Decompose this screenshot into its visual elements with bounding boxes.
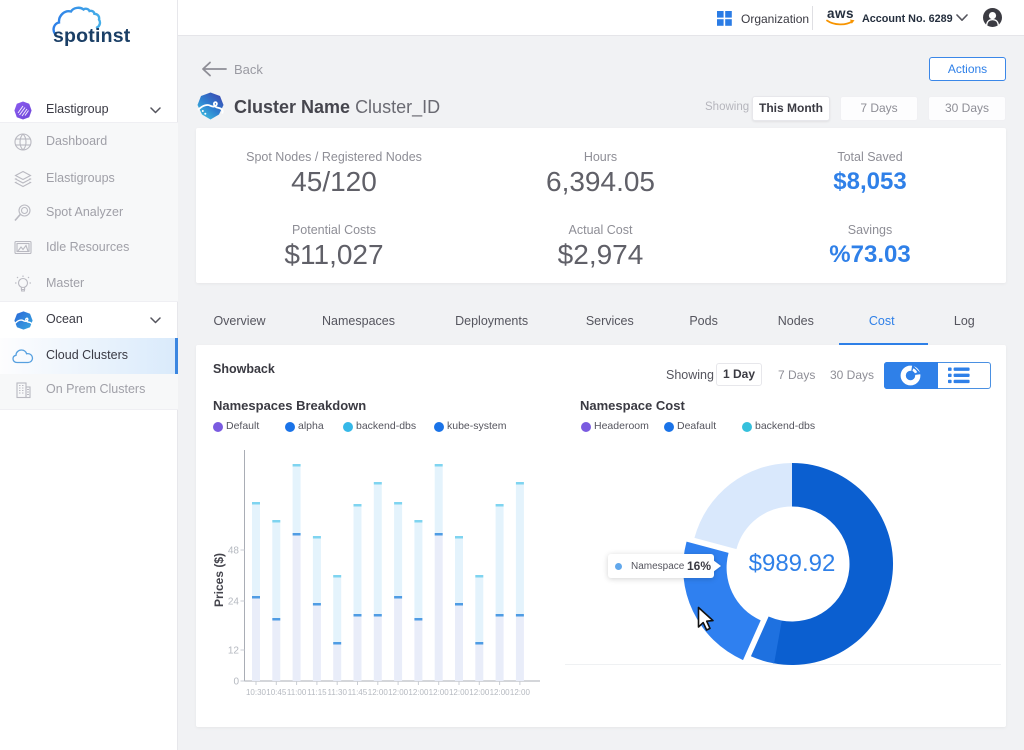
svg-text:48: 48	[228, 546, 240, 557]
svg-text:12:00: 12:00	[449, 688, 470, 697]
svg-text:12:00: 12:00	[510, 688, 531, 697]
svg-text:11:45: 11:45	[348, 688, 368, 697]
svg-text:12:00: 12:00	[388, 688, 409, 697]
svg-text:12:00: 12:00	[469, 688, 490, 697]
svg-text:10:45: 10:45	[266, 688, 287, 697]
svg-text:11:00: 11:00	[287, 688, 307, 697]
svg-text:11:15: 11:15	[307, 688, 327, 697]
svg-text:12:00: 12:00	[368, 688, 389, 697]
svg-text:12:00: 12:00	[429, 688, 450, 697]
svg-text:12: 12	[228, 646, 240, 657]
svg-text:0: 0	[233, 677, 239, 688]
svg-text:10:30: 10:30	[246, 688, 267, 697]
svg-text:11:30: 11:30	[327, 688, 347, 697]
svg-text:12:00: 12:00	[490, 688, 511, 697]
svg-text:24: 24	[228, 597, 240, 608]
svg-text:12:00: 12:00	[408, 688, 429, 697]
